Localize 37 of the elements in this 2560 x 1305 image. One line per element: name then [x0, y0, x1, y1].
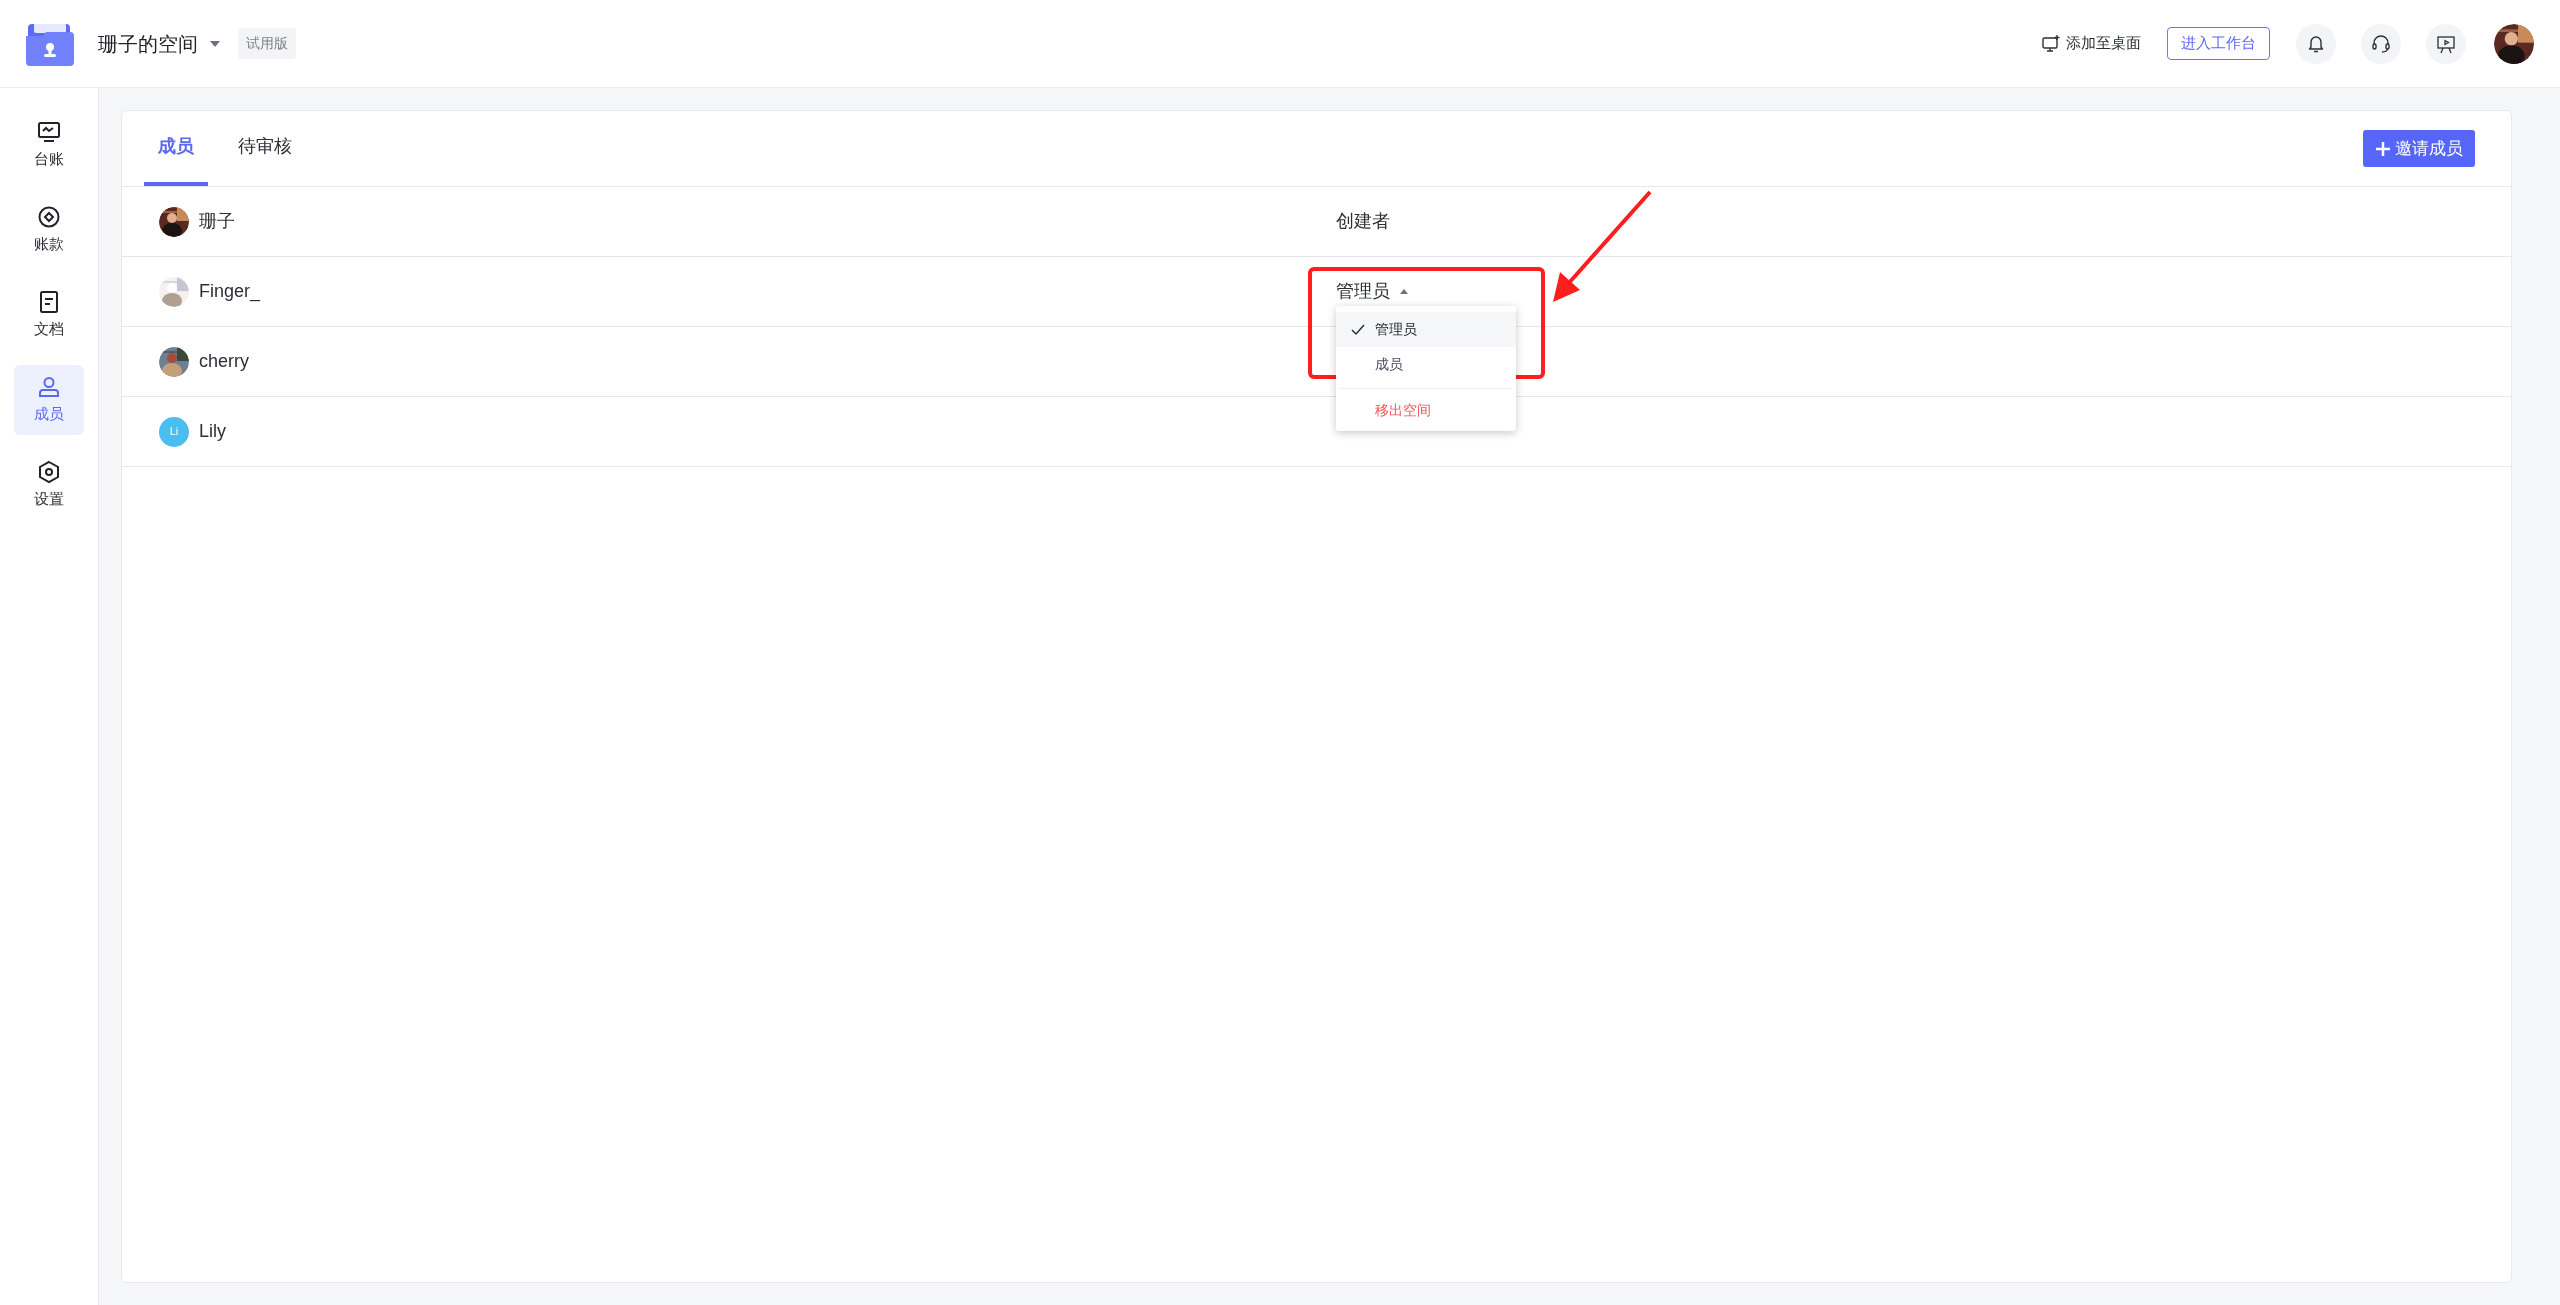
coin-icon — [37, 204, 61, 229]
sidebar-item[interactable]: 设置 — [14, 450, 84, 520]
notification-bell-button[interactable] — [2296, 23, 2336, 64]
monitor-plus-icon — [2042, 34, 2060, 53]
add-to-desktop-button[interactable]: 添加至桌面 — [2042, 32, 2141, 55]
presentation-board-button[interactable] — [2426, 23, 2466, 64]
remove-from-space-option[interactable]: 移出空间 — [1336, 395, 1516, 425]
workbench-button[interactable]: 进入工作台 — [2167, 27, 2270, 60]
role-option[interactable]: 成员 — [1336, 347, 1516, 382]
caret-up-icon — [1400, 289, 1408, 294]
tab[interactable]: 待审核 — [224, 111, 306, 186]
caret-down-icon[interactable] — [210, 40, 220, 47]
member-role: 创建者 — [1336, 210, 1390, 233]
monitor-chart-icon — [37, 119, 61, 144]
sidebar-item[interactable]: 台账 — [14, 110, 84, 180]
folder-logo-icon — [26, 21, 74, 66]
person-icon — [37, 374, 61, 399]
invite-member-button[interactable]: 邀请成员 — [2363, 130, 2475, 167]
tab[interactable]: 成员 — [144, 111, 208, 186]
sidebar-item[interactable]: 成员 — [14, 365, 84, 435]
member-name: 珊子 — [199, 210, 235, 233]
sidebar-item[interactable]: 文档 — [14, 280, 84, 350]
document-icon — [37, 289, 61, 314]
checkmark-icon — [1351, 322, 1365, 337]
sidebar-item[interactable]: 账款 — [14, 195, 84, 265]
member-name: Finger_ — [199, 280, 261, 304]
initials-avatar: Li — [159, 416, 189, 447]
headset-button[interactable] — [2361, 23, 2401, 64]
role-dropdown[interactable]: 管理员 — [1336, 278, 1408, 305]
plan-badge: 试用版 — [238, 28, 296, 59]
member-name: cherry — [199, 350, 249, 373]
hexagon-settings-icon — [37, 459, 61, 484]
member-name: Lily — [199, 420, 226, 443]
headset-icon — [2370, 32, 2392, 55]
plus-icon — [2375, 140, 2391, 157]
role-option[interactable]: 管理员 — [1336, 312, 1516, 347]
space-name[interactable]: 珊子的空间 — [98, 28, 198, 59]
